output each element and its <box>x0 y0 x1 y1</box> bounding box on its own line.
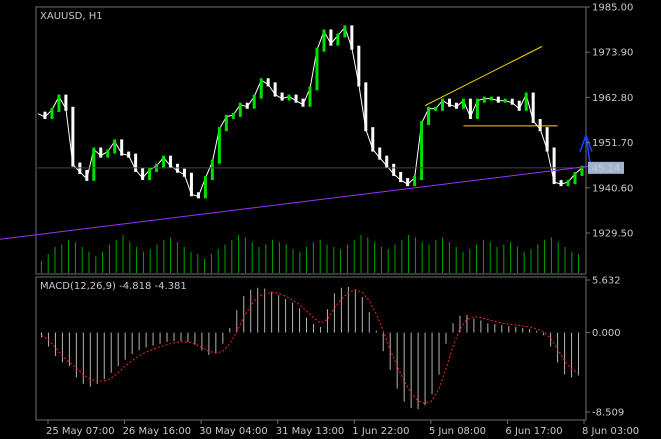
x-tick-label: 26 May 16:00 <box>123 426 192 437</box>
macd-chart-title: MACD(12,26,9) -4.818 -4.381 <box>40 281 187 292</box>
x-tick-label: 25 May 07:00 <box>46 426 115 437</box>
x-tick-label: 30 May 04:00 <box>199 426 268 437</box>
chart-root: 1985.00 1973.90 1962.80 1951.70 1940.60 1929.… <box>0 0 661 439</box>
macd-y-tick-label: -8.509 <box>592 408 624 419</box>
x-tick-label: 31 May 13:00 <box>276 426 345 437</box>
macd-chart: 5.632 0.000 -8.509 MACD(12,26,9) -4.818 -4.… <box>35 276 639 437</box>
x-tick-label: 8 Jun 03:00 <box>582 426 639 437</box>
x-tick-label: 5 Jun 08:00 <box>429 426 486 437</box>
macd-y-tick-label: 0.000 <box>592 328 621 339</box>
macd-y-tick-label: 5.632 <box>592 276 621 287</box>
x-tick-label: 6 Jun 17:00 <box>505 426 562 437</box>
x-tick-label: 1 Jun 22:00 <box>352 426 409 437</box>
macd-signal-line <box>41 289 579 405</box>
